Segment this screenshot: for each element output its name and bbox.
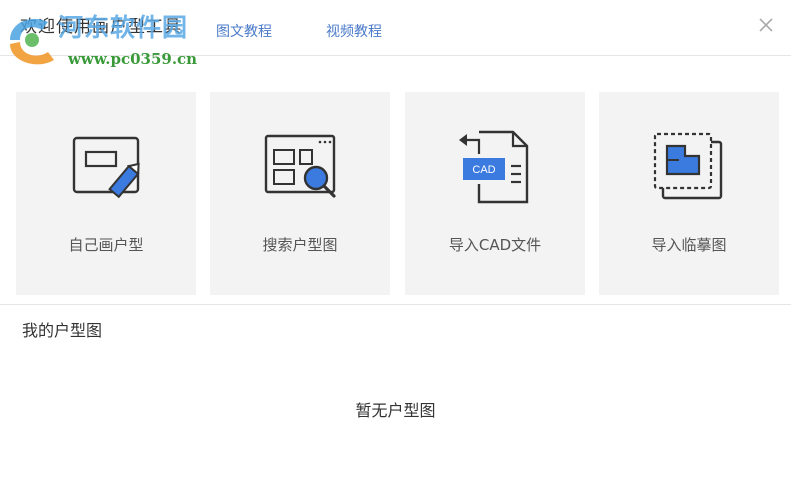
import-trace-icon [653,132,723,200]
import-cad-icon: CAD [459,130,529,204]
dialog-header: 欢迎使用画户型工具 图文教程 视频教程 [0,0,791,56]
section-divider [0,304,791,305]
empty-state-text: 暂无户型图 [355,401,436,420]
card-import-cad[interactable]: CAD 导入CAD文件 [405,92,585,295]
card-label: 导入CAD文件 [448,236,542,254]
dialog-title: 欢迎使用画户型工具 [20,17,182,37]
my-floorplans-title: 我的户型图 [22,321,103,340]
card-draw-floorplan[interactable]: 自己画户型 [16,92,196,295]
search-floorplan-icon [264,134,336,198]
cad-badge: CAD [472,164,495,176]
card-label: 导入临摹图 [651,236,727,254]
draw-floorplan-icon [72,136,140,199]
card-import-trace[interactable]: 导入临摹图 [599,92,779,295]
tab-video-tutorial[interactable]: 视频教程 [326,21,382,41]
card-label: 搜索户型图 [262,236,338,254]
card-label: 自己画户型 [68,236,144,254]
action-cards: 自己画户型 搜索户型图 CAD 导入CAD文件 导入临摹图 [0,92,791,295]
card-search-floorplan[interactable]: 搜索户型图 [210,92,390,295]
tab-image-tutorial[interactable]: 图文教程 [216,21,272,41]
close-icon[interactable] [757,16,775,34]
